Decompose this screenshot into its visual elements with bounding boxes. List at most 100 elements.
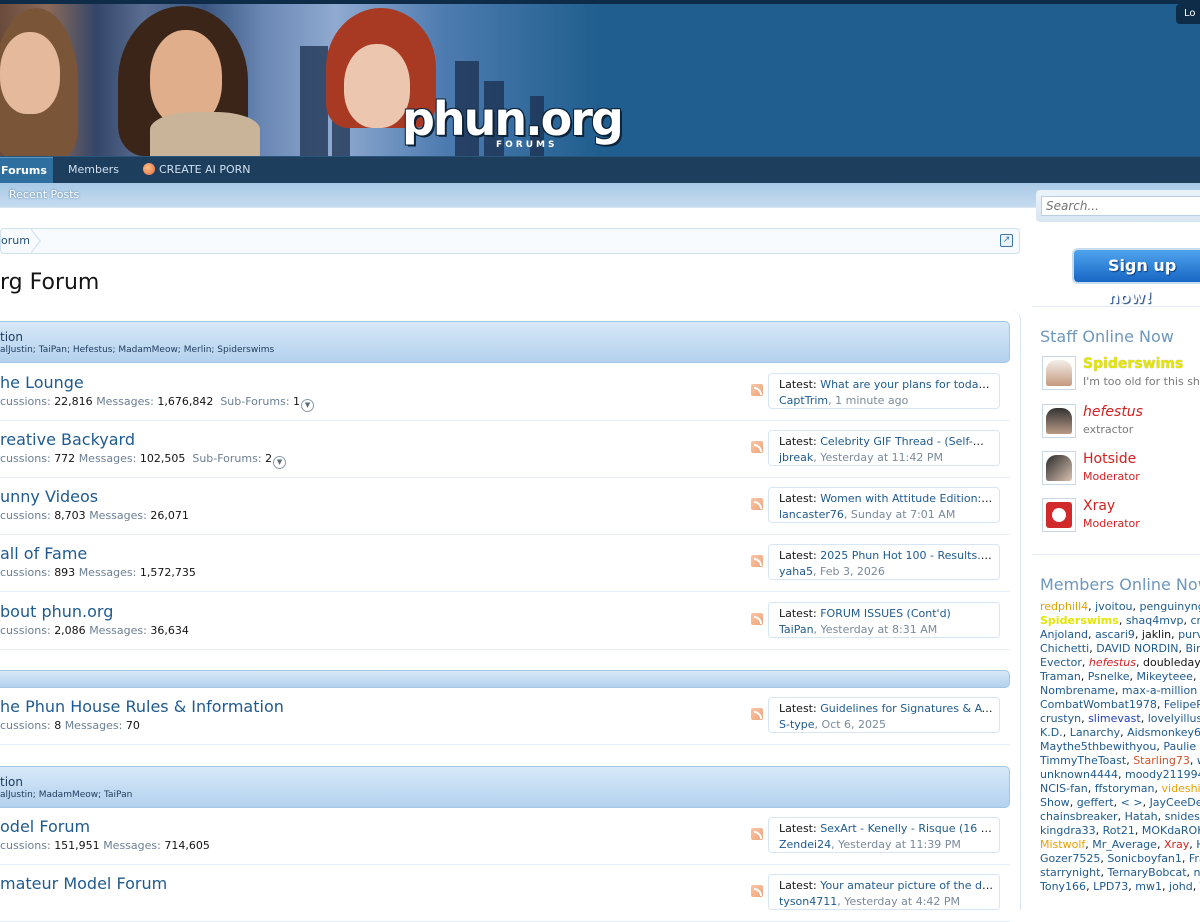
member-link[interactable]: Show <box>1040 796 1070 809</box>
member-link[interactable]: jaklin <box>1142 628 1171 641</box>
chevron-down-icon[interactable]: ▼ <box>273 456 286 469</box>
member-link[interactable]: DAVID NORDIN <box>1096 642 1178 655</box>
latest-thread-link[interactable]: Your amateur picture of the day ... <box>820 879 993 892</box>
member-link[interactable]: TimmyTheToast <box>1040 754 1126 767</box>
member-link[interactable]: FelipePark <box>1164 698 1200 711</box>
member-link[interactable]: Spiderswims <box>1040 614 1119 627</box>
latest-thread-link[interactable]: FORUM ISSUES (Cont'd) <box>820 607 951 620</box>
member-link[interactable]: doubleday <box>1143 656 1200 669</box>
member-link[interactable]: Hatah <box>1125 810 1158 823</box>
tab-create-ai[interactable]: CREATE AI PORN <box>143 157 251 184</box>
member-link[interactable]: kingdra33 <box>1040 824 1096 837</box>
member-link[interactable]: Traman <box>1040 670 1081 683</box>
member-link[interactable]: Bimbo <box>1186 642 1200 655</box>
category-header[interactable]: tion alJustin; MadamMeow; TaiPan <box>0 766 1010 808</box>
member-link[interactable]: Starling73 <box>1133 754 1190 767</box>
member-link[interactable]: lovelyillusion <box>1148 712 1200 725</box>
member-link[interactable]: LPD73 <box>1093 880 1128 893</box>
forum-title[interactable]: mateur Model Forum <box>0 874 167 893</box>
member-link[interactable]: Xray <box>1164 838 1189 851</box>
latest-user-link[interactable]: CaptTrim <box>779 394 828 407</box>
member-link[interactable]: starrynight <box>1040 866 1100 879</box>
latest-user-link[interactable]: jbreak <box>779 451 813 464</box>
signup-button[interactable]: Sign up now! <box>1072 248 1200 284</box>
forum-title[interactable]: he Lounge <box>0 373 84 392</box>
site-logo[interactable]: phun.org <box>402 92 622 146</box>
category-header[interactable] <box>0 670 1010 688</box>
member-link[interactable]: Lanarchy <box>1070 726 1120 739</box>
member-link[interactable]: johd <box>1169 880 1193 893</box>
avatar[interactable] <box>1042 356 1076 390</box>
member-link[interactable]: max-a-million <box>1122 684 1197 697</box>
latest-thread-link[interactable]: 2025 Phun Hot 100 - Results... Ye... <box>820 549 993 562</box>
member-link[interactable]: Mistwolf <box>1040 838 1085 851</box>
member-link[interactable]: penguinyng <box>1140 600 1200 613</box>
staff-name[interactable]: Xray <box>1083 498 1115 514</box>
latest-user-link[interactable]: Zendei24 <box>779 838 831 851</box>
member-link[interactable]: Hun <box>1196 838 1200 851</box>
member-link[interactable]: MOKdaROK <box>1142 824 1200 837</box>
member-link[interactable]: ffstoryman <box>1095 782 1155 795</box>
member-link[interactable]: purvey <box>1178 628 1200 641</box>
latest-user-link[interactable]: yaha5 <box>779 565 813 578</box>
latest-user-link[interactable]: S-type <box>779 718 815 731</box>
category-title[interactable]: tion <box>0 330 23 344</box>
member-link[interactable]: Rot21 <box>1103 824 1135 837</box>
rss-icon[interactable] <box>751 708 763 720</box>
avatar[interactable] <box>1042 498 1076 532</box>
member-link[interactable]: < > <box>1121 796 1143 809</box>
member-link[interactable]: Sonicboyfan1 <box>1107 852 1182 865</box>
recent-posts-link[interactable]: Recent Posts <box>9 188 79 201</box>
member-link[interactable]: Evector <box>1040 656 1082 669</box>
forum-title[interactable]: odel Forum <box>0 817 90 836</box>
member-link[interactable]: hefestus <box>1089 656 1136 669</box>
login-tab[interactable]: Lo <box>1176 4 1200 24</box>
member-link[interactable]: Chichetti <box>1040 642 1089 655</box>
latest-thread-link[interactable]: What are your plans for today ?/... <box>820 378 993 391</box>
rss-icon[interactable] <box>751 885 763 897</box>
member-link[interactable]: ascari9 <box>1095 628 1135 641</box>
latest-user-link[interactable]: lancaster76 <box>779 508 844 521</box>
staff-name[interactable]: Spiderswims <box>1083 356 1183 372</box>
forum-title[interactable]: he Phun House Rules & Information <box>0 697 284 716</box>
latest-thread-link[interactable]: Women with Attitude Edition: Be... <box>820 492 993 505</box>
member-link[interactable]: Nombrename <box>1040 684 1115 697</box>
member-link[interactable]: near <box>1194 866 1200 879</box>
member-link[interactable]: Franc <box>1189 852 1200 865</box>
member-link[interactable]: K.D. <box>1040 726 1063 739</box>
member-link[interactable]: unknown4444 <box>1040 768 1118 781</box>
member-link[interactable]: moody211994 <box>1125 768 1200 781</box>
avatar[interactable] <box>1042 404 1076 438</box>
category-header[interactable]: tion alJustin; TaiPan; Hefestus; MadamMe… <box>0 321 1010 363</box>
member-link[interactable]: CombatWombat1978 <box>1040 698 1157 711</box>
member-link[interactable]: Tony166 <box>1040 880 1086 893</box>
latest-thread-link[interactable]: Celebrity GIF Thread - (Self-mad... <box>820 435 993 448</box>
jump-to-icon[interactable]: ↗ <box>1000 234 1013 247</box>
member-link[interactable]: Anjoland <box>1040 628 1088 641</box>
forum-title[interactable]: bout phun.org <box>0 602 113 621</box>
avatar[interactable] <box>1042 451 1076 485</box>
member-link[interactable]: Maythe5thbewithyou <box>1040 740 1156 753</box>
forum-title[interactable]: all of Fame <box>0 544 87 563</box>
latest-user-link[interactable]: tyson4711 <box>779 895 837 908</box>
member-link[interactable]: mw1 <box>1135 880 1162 893</box>
member-link[interactable]: Mikeyteee <box>1137 670 1193 683</box>
staff-name[interactable]: Hotside <box>1083 451 1136 467</box>
member-link[interactable]: crustyn <box>1040 712 1081 725</box>
member-link[interactable]: Paulie Wal <box>1163 740 1200 753</box>
latest-thread-link[interactable]: Guidelines for Signatures & Avat... <box>820 702 993 715</box>
member-link[interactable]: redphill4 <box>1040 600 1088 613</box>
staff-name[interactable]: hefestus <box>1083 404 1143 420</box>
rss-icon[interactable] <box>751 498 763 510</box>
member-link[interactable]: Mr_Average <box>1092 838 1157 851</box>
member-link[interactable]: videshima <box>1162 782 1200 795</box>
member-link[interactable]: Aidsmonkey666 <box>1127 726 1200 739</box>
member-link[interactable]: jvoitou <box>1095 600 1132 613</box>
rss-icon[interactable] <box>751 384 763 396</box>
member-link[interactable]: JayCeeDee <box>1150 796 1200 809</box>
member-link[interactable]: Psnelke <box>1088 670 1130 683</box>
member-link[interactable]: chainsbreaker <box>1040 810 1118 823</box>
member-link[interactable]: shaq4mvp <box>1126 614 1184 627</box>
rss-icon[interactable] <box>751 828 763 840</box>
member-link[interactable]: slimevast <box>1088 712 1141 725</box>
